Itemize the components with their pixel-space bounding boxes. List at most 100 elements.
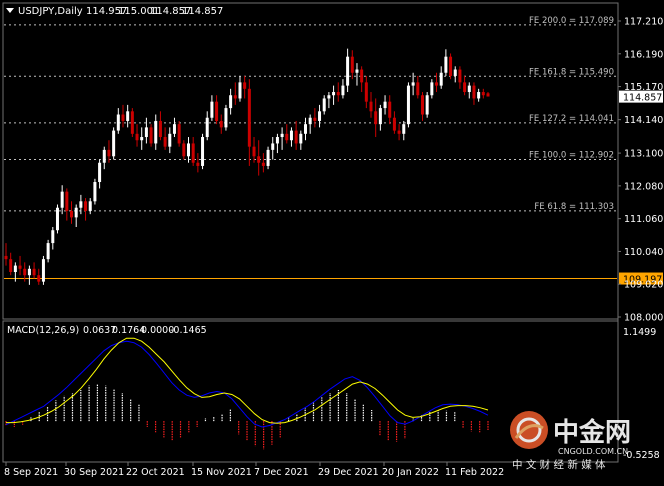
candle-body-60: [285, 133, 289, 141]
candle-body-37: [177, 124, 181, 144]
candle-body-46: [219, 120, 223, 128]
candle-body-15: [74, 207, 78, 218]
candle-body-53: [252, 146, 256, 157]
candle-body-94: [444, 56, 448, 73]
candle-body-85: [402, 124, 406, 134]
candle-body-79: [374, 111, 378, 125]
time-tick-label-4: 7 Dec 2021: [254, 467, 309, 478]
candle-body-48: [229, 95, 233, 109]
candle-body-62: [294, 130, 298, 144]
symbol-label: USDJPY,Daily: [18, 6, 83, 17]
candle-body-4: [23, 268, 27, 276]
macd-label: MACD(12,26,9): [7, 325, 79, 336]
candle-body-26: [126, 111, 130, 121]
logo-tagline: 中 文 财 经 新 媒 体: [512, 458, 606, 471]
candle-body-87: [411, 82, 415, 86]
candle-body-52: [247, 88, 251, 147]
candle-body-34: [163, 137, 167, 147]
macd-value-hist: -0.1465: [170, 325, 207, 336]
price-tick-label-1: 116.190: [624, 49, 663, 60]
macd-axis-top: 1.1499: [623, 327, 656, 338]
time-tick-label-5: 29 Dec 2021: [318, 467, 379, 478]
candle-body-59: [280, 133, 284, 138]
candle-body-89: [420, 95, 424, 115]
candle-body-31: [149, 127, 153, 144]
level-label-3: FE 100.0 = 112.902: [529, 150, 614, 160]
candle-body-50: [238, 82, 242, 99]
candle-body-69: [327, 95, 331, 99]
chart-svg: FE 200.0 = 117.089 FE 161.8 = 115.490 FE 1…: [0, 0, 664, 482]
candle-body-68: [322, 98, 326, 112]
price-tick-label-8: 109.020: [624, 280, 663, 291]
price-tick-label-4: 113.100: [624, 149, 663, 160]
candle-body-77: [364, 82, 368, 102]
candle-body-1: [9, 259, 13, 273]
candle-body-35: [168, 133, 172, 147]
candle-body-14: [70, 210, 74, 218]
candle-body-51: [243, 82, 247, 89]
candle-body-57: [271, 143, 275, 150]
candle-body-58: [275, 137, 279, 144]
candle-body-16: [79, 201, 83, 208]
current-price-label: 114.857: [623, 93, 662, 104]
level-label-4: FE 61.8 = 111.303: [534, 202, 614, 212]
current-price-marker: 114.857: [619, 90, 663, 104]
candle-body-64: [303, 124, 307, 134]
candle-body-24: [116, 114, 120, 131]
logo-circle-icon: [510, 411, 548, 449]
candle-body-71: [336, 92, 340, 96]
candle-body-66: [313, 117, 317, 121]
candle-body-44: [210, 101, 214, 118]
candle-body-30: [144, 127, 148, 138]
candle-body-36: [172, 124, 176, 134]
candle-body-11: [55, 207, 59, 231]
candle-body-65: [308, 117, 312, 125]
candle-body-98: [463, 82, 467, 93]
candle-body-102: [481, 92, 485, 96]
candle-body-67: [318, 111, 322, 121]
candle-body-40: [191, 143, 195, 163]
candle-body-75: [355, 69, 359, 73]
candle-body-13: [65, 191, 69, 211]
price-tick-label-5: 112.080: [624, 181, 663, 192]
time-tick-label-1: 30 Sep 2021: [64, 467, 124, 478]
candle-body-96: [453, 69, 457, 76]
time-tick-label-6: 20 Jan 2022: [382, 467, 439, 478]
candle-body-91: [430, 82, 434, 96]
candle-body-49: [233, 95, 237, 99]
candle-body-45: [215, 101, 219, 121]
candle-body-43: [205, 117, 209, 138]
candle-body-78: [369, 101, 373, 112]
candle-body-63: [299, 133, 303, 144]
time-tick-label-2: 22 Oct 2021: [126, 467, 185, 478]
candle-body-73: [346, 56, 350, 86]
candle-body-39: [187, 143, 191, 157]
candle-body-7: [37, 275, 41, 282]
candle-body-42: [201, 137, 205, 166]
candle-body-27: [130, 111, 134, 134]
candle-body-47: [224, 108, 228, 128]
candle-body-80: [378, 108, 382, 125]
candle-body-61: [289, 130, 293, 141]
candle-body-93: [439, 72, 443, 86]
time-tick-label-3: 15 Nov 2021: [191, 467, 252, 478]
candle-body-86: [406, 85, 410, 125]
candle-body-5: [27, 268, 31, 276]
candle-body-95: [449, 56, 453, 76]
candle-body-88: [416, 82, 420, 96]
candle-body-38: [182, 143, 186, 157]
candle-body-12: [60, 191, 64, 208]
candle-body-99: [467, 85, 471, 93]
chart-root: FE 200.0 = 117.089 FE 161.8 = 115.490 FE 1…: [0, 0, 664, 482]
candle-body-83: [392, 117, 396, 131]
level-label-0: FE 200.0 = 117.089: [529, 16, 614, 26]
candle-body-32: [154, 120, 158, 144]
candle-body-82: [388, 101, 392, 118]
candle-body-9: [46, 243, 50, 260]
logo-site: CNGOLD.COM.CN: [558, 447, 628, 456]
candle-body-33: [158, 120, 162, 138]
candle-body-100: [472, 85, 476, 99]
candle-body-70: [332, 92, 336, 96]
macd-axis-bottom: -0.5258: [623, 450, 660, 461]
price-tick-label-0: 117.210: [624, 17, 663, 28]
